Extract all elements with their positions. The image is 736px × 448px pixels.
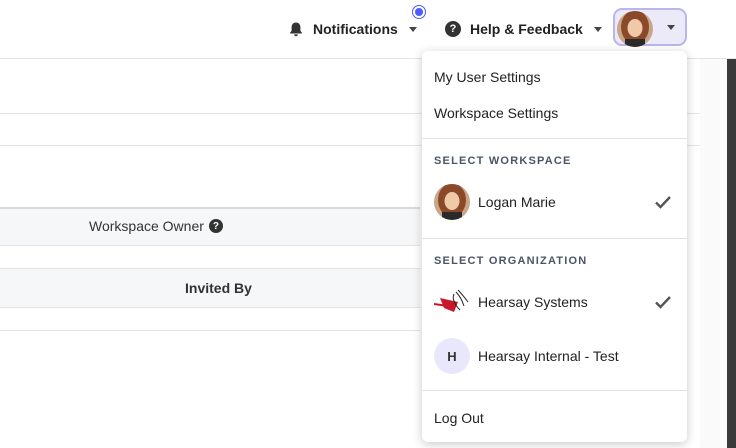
workspace-name: Logan Marie [478, 194, 556, 210]
organization-name: Hearsay Internal - Test [478, 348, 619, 364]
checkmark-icon [655, 196, 671, 209]
column-header-invited-by: Invited By [185, 280, 252, 296]
divider [422, 390, 687, 391]
bell-icon [290, 22, 302, 37]
help-icon[interactable]: ? [208, 219, 223, 233]
page-edge [700, 59, 727, 448]
menu-item-workspace-settings[interactable]: Workspace Settings [434, 105, 558, 121]
select-organization-heading: SELECT ORGANIZATION [434, 255, 588, 267]
organization-option[interactable]: Hearsay Systems [434, 284, 674, 320]
user-dropdown-menu: My User Settings Workspace Settings SELE… [422, 51, 687, 442]
workspace-owner-label: Workspace Owner [89, 218, 204, 234]
user-menu-button[interactable] [613, 8, 687, 47]
column-header-workspace-owner: Workspace Owner ? [89, 218, 223, 234]
divider [422, 238, 687, 239]
notifications-label: Notifications [313, 21, 398, 37]
divider [0, 330, 420, 331]
scrollbar[interactable] [727, 59, 736, 448]
checkmark-icon [655, 296, 671, 309]
hearsay-logo-icon [434, 289, 469, 312]
workspace-option[interactable]: Logan Marie [434, 184, 674, 220]
help-feedback-label: Help & Feedback [470, 21, 583, 37]
help-feedback-button[interactable]: ? Help & Feedback [445, 0, 602, 58]
divider [422, 138, 687, 139]
question-circle-icon: ? [445, 21, 461, 37]
avatar [434, 184, 470, 220]
notification-badge [412, 5, 426, 19]
avatar [617, 11, 653, 47]
organization-name: Hearsay Systems [478, 294, 588, 310]
avatar: H [434, 338, 470, 374]
chevron-down-icon [667, 25, 675, 30]
chevron-down-icon [408, 26, 417, 32]
organization-option[interactable]: H Hearsay Internal - Test [434, 338, 674, 374]
menu-item-log-out[interactable]: Log Out [434, 410, 484, 426]
chevron-down-icon [593, 26, 602, 32]
menu-item-my-user-settings[interactable]: My User Settings [434, 69, 541, 85]
notifications-button[interactable]: Notifications [288, 0, 417, 58]
select-workspace-heading: SELECT WORKSPACE [434, 155, 572, 167]
